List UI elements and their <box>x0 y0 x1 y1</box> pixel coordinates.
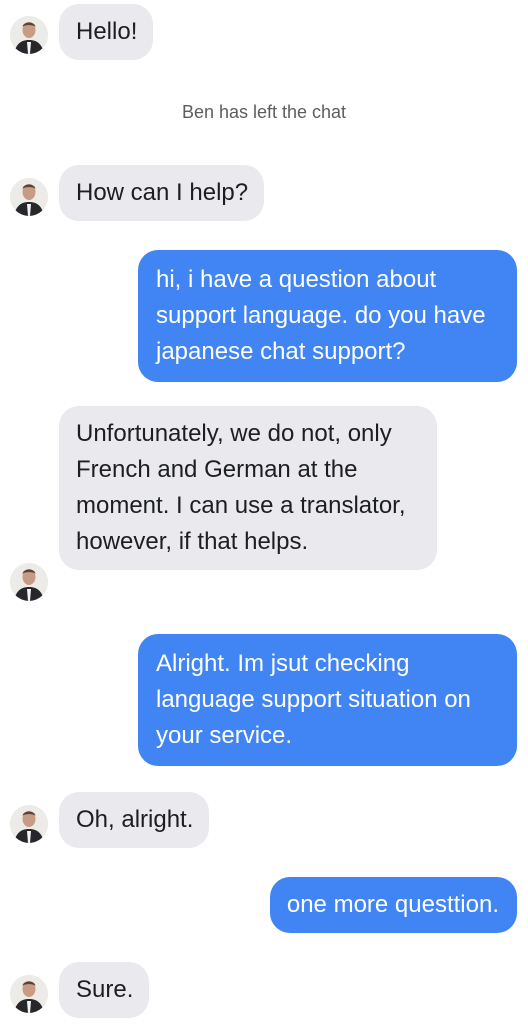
agent-avatar <box>10 805 48 843</box>
message-text: Sure. <box>76 976 134 1003</box>
person-icon <box>10 16 48 54</box>
user-message-bubble: hi, i have a question about support lang… <box>138 250 517 382</box>
message-text: Alright. Im jsut checking language suppo… <box>156 650 471 749</box>
agent-avatar <box>10 563 48 601</box>
agent-message-bubble: Sure. <box>59 962 150 1018</box>
message-text: Hello! <box>76 18 138 45</box>
message-text: How can I help? <box>76 179 249 206</box>
agent-message-bubble: Hello! <box>59 4 154 60</box>
chat-transcript: Hello! Ben has left the chat How can I h… <box>0 0 528 1024</box>
message-text: Unfortunately, we do not, only French an… <box>76 420 406 555</box>
message-text: hi, i have a question about support lang… <box>156 266 486 365</box>
message-text: one more questtion. <box>286 891 499 918</box>
person-icon <box>10 178 48 216</box>
system-message: Ben has left the chat <box>181 102 347 122</box>
user-message-bubble: Alright. Im jsut checking language suppo… <box>138 634 517 766</box>
agent-message-bubble: Oh, alright. <box>59 792 210 848</box>
agent-avatar <box>10 975 48 1013</box>
user-message-bubble: one more questtion. <box>269 877 517 933</box>
agent-avatar <box>10 178 48 216</box>
agent-message-bubble: Unfortunately, we do not, only French an… <box>59 406 437 570</box>
agent-avatar <box>10 16 48 54</box>
person-icon <box>10 563 48 601</box>
person-icon <box>10 975 48 1013</box>
agent-message-bubble: How can I help? <box>59 165 265 221</box>
message-text: Oh, alright. <box>76 806 194 833</box>
person-icon <box>10 805 48 843</box>
